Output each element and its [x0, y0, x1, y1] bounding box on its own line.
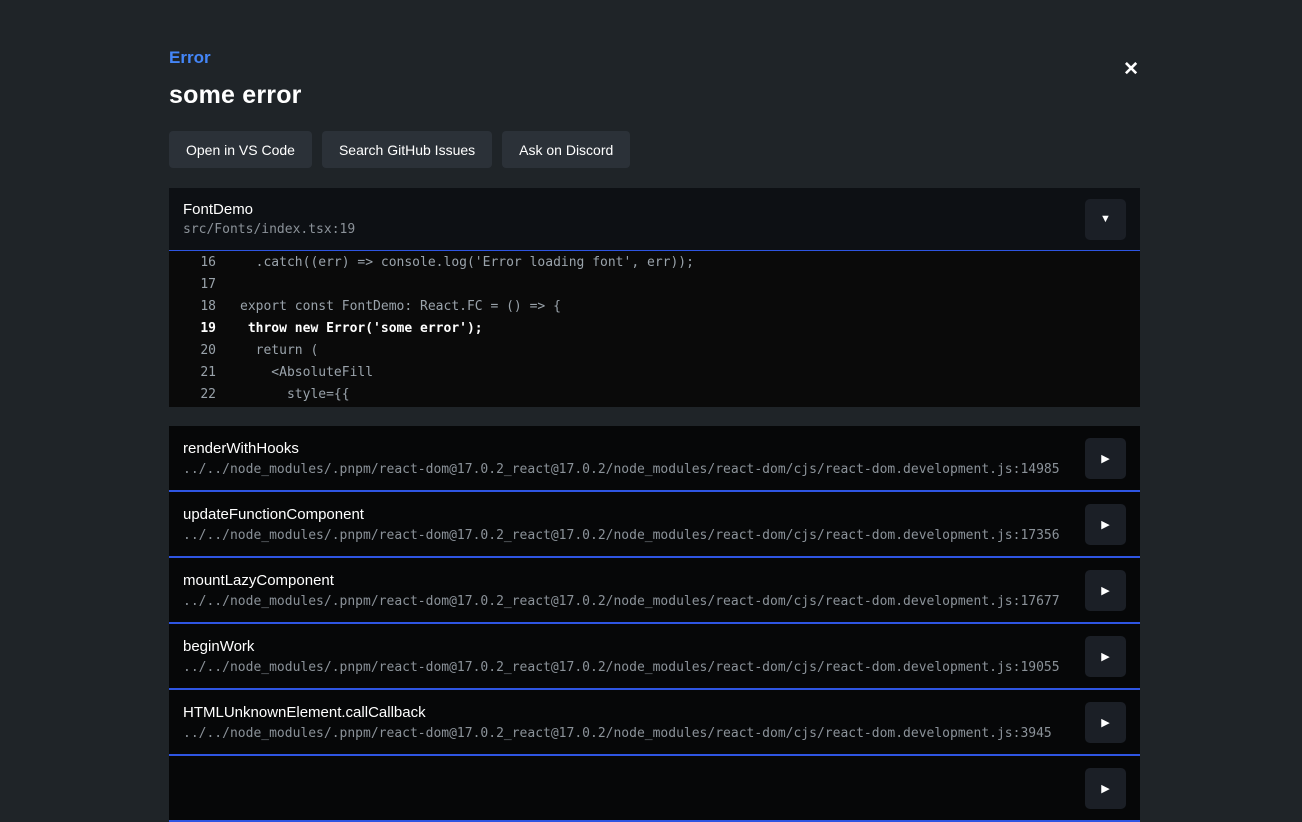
code-line-highlighted: 19 throw new Error('some error'); — [169, 318, 1140, 340]
play-icon: ▶ — [1101, 716, 1109, 729]
expand-frame-button[interactable]: ▶ — [1085, 636, 1126, 677]
play-icon: ▶ — [1101, 782, 1109, 795]
stack-frame-meta: updateFunctionComponent ../../node_modul… — [183, 506, 1060, 543]
stack-frame-meta: mountLazyComponent ../../node_modules/.p… — [183, 572, 1060, 609]
expand-frame-button[interactable]: ▶ — [1085, 768, 1126, 809]
stack-trace: renderWithHooks ../../node_modules/.pnpm… — [169, 426, 1140, 822]
frame-source-location: src/Fonts/index.tsx:19 — [183, 222, 355, 237]
code-line: 21 <AbsoluteFill — [169, 362, 1140, 384]
line-number: 19 — [169, 318, 216, 340]
error-overlay: Error some error Open in VS Code Search … — [169, 0, 1140, 822]
line-number: 18 — [169, 296, 216, 318]
frame-function-name: beginWork — [183, 638, 1060, 655]
stack-frame-row: updateFunctionComponent ../../node_modul… — [169, 492, 1140, 558]
code-frame-meta: FontDemo src/Fonts/index.tsx:19 — [183, 201, 355, 237]
frame-source-path: ../../node_modules/.pnpm/react-dom@17.0.… — [183, 726, 1052, 741]
frame-function-name: FontDemo — [183, 201, 355, 218]
stack-frame-row: renderWithHooks ../../node_modules/.pnpm… — [169, 426, 1140, 492]
collapse-frame-button[interactable]: ▼ — [1085, 199, 1126, 240]
code-frame-panel: FontDemo src/Fonts/index.tsx:19 ▼ 16 .ca… — [169, 188, 1140, 407]
line-number: 22 — [169, 384, 216, 406]
frame-source-path: ../../node_modules/.pnpm/react-dom@17.0.… — [183, 462, 1060, 477]
frame-function-name: HTMLUnknownElement.callCallback — [183, 704, 1052, 721]
chevron-down-icon: ▼ — [1100, 213, 1111, 225]
code-text: export const FontDemo: React.FC = () => … — [240, 296, 561, 318]
code-text: return ( — [240, 340, 318, 362]
error-message: some error — [169, 81, 1140, 110]
play-icon: ▶ — [1101, 650, 1109, 663]
open-vscode-button[interactable]: Open in VS Code — [169, 131, 312, 168]
stack-frame-row: beginWork ../../node_modules/.pnpm/react… — [169, 624, 1140, 690]
code-snippet: 16 .catch((err) => console.log('Error lo… — [169, 251, 1140, 407]
code-text: <AbsoluteFill — [240, 362, 373, 384]
frame-function-name: renderWithHooks — [183, 440, 1060, 457]
line-number: 20 — [169, 340, 216, 362]
frame-function-name: updateFunctionComponent — [183, 506, 1060, 523]
play-icon: ▶ — [1101, 518, 1109, 531]
code-line: 20 return ( — [169, 340, 1140, 362]
frame-function-name: mountLazyComponent — [183, 572, 1060, 589]
code-text: throw new Error('some error'); — [240, 318, 483, 340]
stack-frame-row: HTMLUnknownElement.callCallback ../../no… — [169, 690, 1140, 756]
code-frame-header: FontDemo src/Fonts/index.tsx:19 ▼ — [169, 188, 1140, 251]
stack-frame-row: mountLazyComponent ../../node_modules/.p… — [169, 558, 1140, 624]
error-kind-label: Error — [169, 48, 1140, 68]
ask-on-discord-button[interactable]: Ask on Discord — [502, 131, 630, 168]
code-line: 17 — [169, 274, 1140, 296]
action-buttons: Open in VS Code Search GitHub Issues Ask… — [169, 131, 1140, 168]
stack-frame-meta: beginWork ../../node_modules/.pnpm/react… — [183, 638, 1060, 675]
code-line: 18 export const FontDemo: React.FC = () … — [169, 296, 1140, 318]
code-line: 22 style={{ — [169, 384, 1140, 406]
expand-frame-button[interactable]: ▶ — [1085, 702, 1126, 743]
stack-frame-meta: renderWithHooks ../../node_modules/.pnpm… — [183, 440, 1060, 477]
stack-frame-row-partial: ▶ — [169, 756, 1140, 822]
expand-frame-button[interactable]: ▶ — [1085, 504, 1126, 545]
code-text: .catch((err) => console.log('Error loadi… — [240, 252, 694, 274]
play-icon: ▶ — [1101, 584, 1109, 597]
stack-frame-meta: HTMLUnknownElement.callCallback ../../no… — [183, 704, 1052, 741]
expand-frame-button[interactable]: ▶ — [1085, 438, 1126, 479]
frame-source-path: ../../node_modules/.pnpm/react-dom@17.0.… — [183, 528, 1060, 543]
code-line: 16 .catch((err) => console.log('Error lo… — [169, 252, 1140, 274]
line-number: 21 — [169, 362, 216, 384]
line-number: 16 — [169, 252, 216, 274]
expand-frame-button[interactable]: ▶ — [1085, 570, 1126, 611]
frame-source-path: ../../node_modules/.pnpm/react-dom@17.0.… — [183, 660, 1060, 675]
code-text: style={{ — [240, 384, 350, 406]
search-github-issues-button[interactable]: Search GitHub Issues — [322, 131, 492, 168]
play-icon: ▶ — [1101, 452, 1109, 465]
line-number: 17 — [169, 274, 216, 296]
frame-source-path: ../../node_modules/.pnpm/react-dom@17.0.… — [183, 594, 1060, 609]
